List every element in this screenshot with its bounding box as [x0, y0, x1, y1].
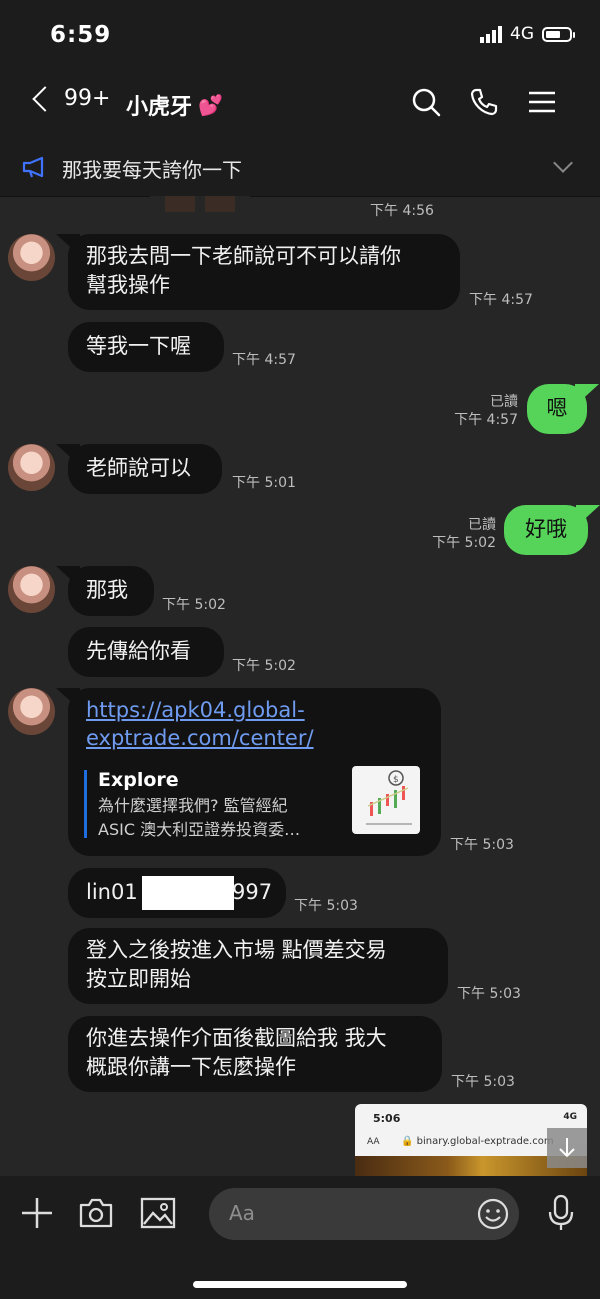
chat-header: 99+ 小虎牙 💕 [0, 70, 600, 138]
preview-accent-bar [84, 770, 87, 838]
avatar[interactable] [8, 688, 55, 735]
download-arrow-icon [559, 1138, 575, 1158]
screenshot-url-bar: 🔒 binary.global-exptrade.com [401, 1136, 554, 1147]
message-text: 那我 [86, 578, 128, 602]
message-bubble: 你進去操作介面後截圖給我 我大 概跟你講一下怎麼操作 [68, 1016, 442, 1092]
message-time: 下午 5:03 [451, 1074, 515, 1090]
heart-emoji: 💕 [198, 93, 223, 117]
message-text: 等我一下喔 [86, 334, 191, 358]
my-message-bubble: 好哦 [504, 505, 588, 555]
message-text: 先傳給你看 [86, 639, 191, 663]
message-time: 下午 5:03 [457, 986, 521, 1002]
read-receipt: 已讀 下午 5:02 [420, 516, 496, 552]
message-bubble: lin01 997 [68, 868, 286, 918]
message-time: 下午 5:03 [450, 837, 514, 853]
message-text: 997 [232, 880, 273, 904]
chevron-down-icon[interactable] [553, 153, 573, 173]
screenshot-url: binary.global-exptrade.com [416, 1136, 554, 1147]
message-bubble: 老師說可以 [68, 444, 222, 494]
preview-line: 為什麼選擇我們? 監管經紀 [98, 796, 288, 815]
avatar[interactable] [8, 234, 55, 281]
status-indicators: 4G [480, 24, 575, 44]
message-text: 登入之後按進入市場 點價差交易 [86, 938, 387, 962]
screenshot-status: 4G [563, 1112, 577, 1122]
search-icon[interactable] [410, 86, 442, 118]
phone-icon[interactable] [468, 86, 500, 118]
contact-name: 小虎牙 [126, 95, 193, 120]
status-bar: 6:59 4G [0, 0, 600, 70]
image-message[interactable]: 5:06 4G AA 🔒 binary.global-exptrade.com [355, 1104, 587, 1176]
preview-line: ASIC 澳大利亞證券投資委… [98, 820, 301, 839]
message-bubble: 先傳給你看 [68, 627, 224, 677]
link-preview-card[interactable]: Explore 為什麼選擇我們? 監管經紀 ASIC 澳大利亞證券投資委… $ [84, 766, 424, 842]
message-time: 下午 4:57 [469, 292, 533, 308]
link-message-bubble[interactable]: https://apk04.global- exptrade.com/cente… [68, 688, 441, 856]
microphone-icon[interactable] [547, 1194, 575, 1232]
my-message-bubble: 嗯 [527, 384, 587, 434]
message-text: lin01 [86, 880, 138, 904]
message-time: 下午 5:02 [162, 597, 226, 613]
message-bubble: 等我一下喔 [68, 322, 224, 372]
message-text: 幫我操作 [86, 273, 170, 297]
avatar[interactable] [8, 444, 55, 491]
message-text: 嗯 [546, 396, 568, 420]
screenshot-time: 5:06 [373, 1112, 401, 1125]
message-time: 下午 5:01 [232, 475, 296, 491]
chat-messages[interactable]: 下午 4:56 那我去問一下老師說可不可以請你 幫我操作 下午 4:57 等我一… [0, 196, 600, 1176]
screenshot-network: 4G [563, 1112, 577, 1122]
chart-thumbnail-icon: $ [366, 770, 412, 825]
message-time: 下午 4:57 [454, 412, 518, 428]
message-text: 你進去操作介面後截圖給我 我大 [86, 1026, 387, 1050]
preview-thumbnail: $ [352, 766, 420, 834]
message-text: 老師說可以 [86, 456, 191, 480]
svg-text:$: $ [393, 775, 399, 785]
message-bubble: 登入之後按進入市場 點價差交易 按立即開始 [68, 928, 448, 1004]
message-time: 下午 4:57 [232, 352, 296, 368]
message-input[interactable]: Aa [209, 1188, 519, 1240]
avatar[interactable] [8, 566, 55, 613]
download-overlay[interactable] [547, 1128, 587, 1168]
message-time: 下午 5:02 [232, 658, 296, 674]
emoji-icon[interactable] [477, 1198, 509, 1230]
previous-image-fragment[interactable] [150, 196, 250, 212]
read-label: 已讀 [490, 394, 518, 410]
message-text: 按立即開始 [86, 967, 191, 991]
signal-icon [480, 25, 502, 43]
chat-title[interactable]: 小虎牙 💕 [126, 89, 223, 121]
camera-icon[interactable] [78, 1196, 114, 1230]
network-label: 4G [510, 24, 534, 44]
message-text: 好哦 [525, 517, 567, 541]
message-time: 下午 5:03 [294, 898, 358, 914]
link-text[interactable]: exptrade.com/center/ [86, 724, 423, 752]
message-text: 那我去問一下老師說可不可以請你 [86, 244, 401, 268]
unread-count: 99+ [64, 86, 111, 111]
megaphone-icon [22, 156, 44, 178]
redaction-block [142, 876, 234, 910]
message-bubble: 那我 [68, 566, 154, 616]
preview-description: 為什麼選擇我們? 監管經紀 ASIC 澳大利亞證券投資委… [98, 794, 330, 842]
plus-icon[interactable] [20, 1196, 54, 1230]
link-text[interactable]: https://apk04.global- [86, 696, 423, 724]
message-bubble: 那我去問一下老師說可不可以請你 幫我操作 [68, 234, 460, 310]
image-icon[interactable] [140, 1197, 176, 1229]
battery-icon [542, 26, 575, 42]
preview-title: Explore [98, 769, 179, 791]
announcement-bar[interactable]: 那我要每天誇你一下 [0, 138, 600, 197]
back-button[interactable]: 99+ [32, 85, 111, 112]
menu-icon[interactable] [526, 86, 558, 118]
message-text: 概跟你講一下怎麼操作 [86, 1055, 296, 1079]
message-input-placeholder: Aa [229, 1201, 255, 1225]
read-receipt: 已讀 下午 4:57 [440, 393, 518, 429]
message-time: 下午 5:02 [432, 535, 496, 551]
announcement-text: 那我要每天誇你一下 [62, 158, 242, 182]
input-bar: Aa [0, 1176, 600, 1299]
home-indicator[interactable] [193, 1281, 407, 1288]
read-label: 已讀 [468, 517, 496, 533]
screenshot-aa-label: AA [367, 1137, 380, 1147]
message-time: 下午 4:56 [370, 203, 434, 219]
chevron-left-icon [32, 85, 58, 112]
status-time: 6:59 [50, 22, 112, 48]
